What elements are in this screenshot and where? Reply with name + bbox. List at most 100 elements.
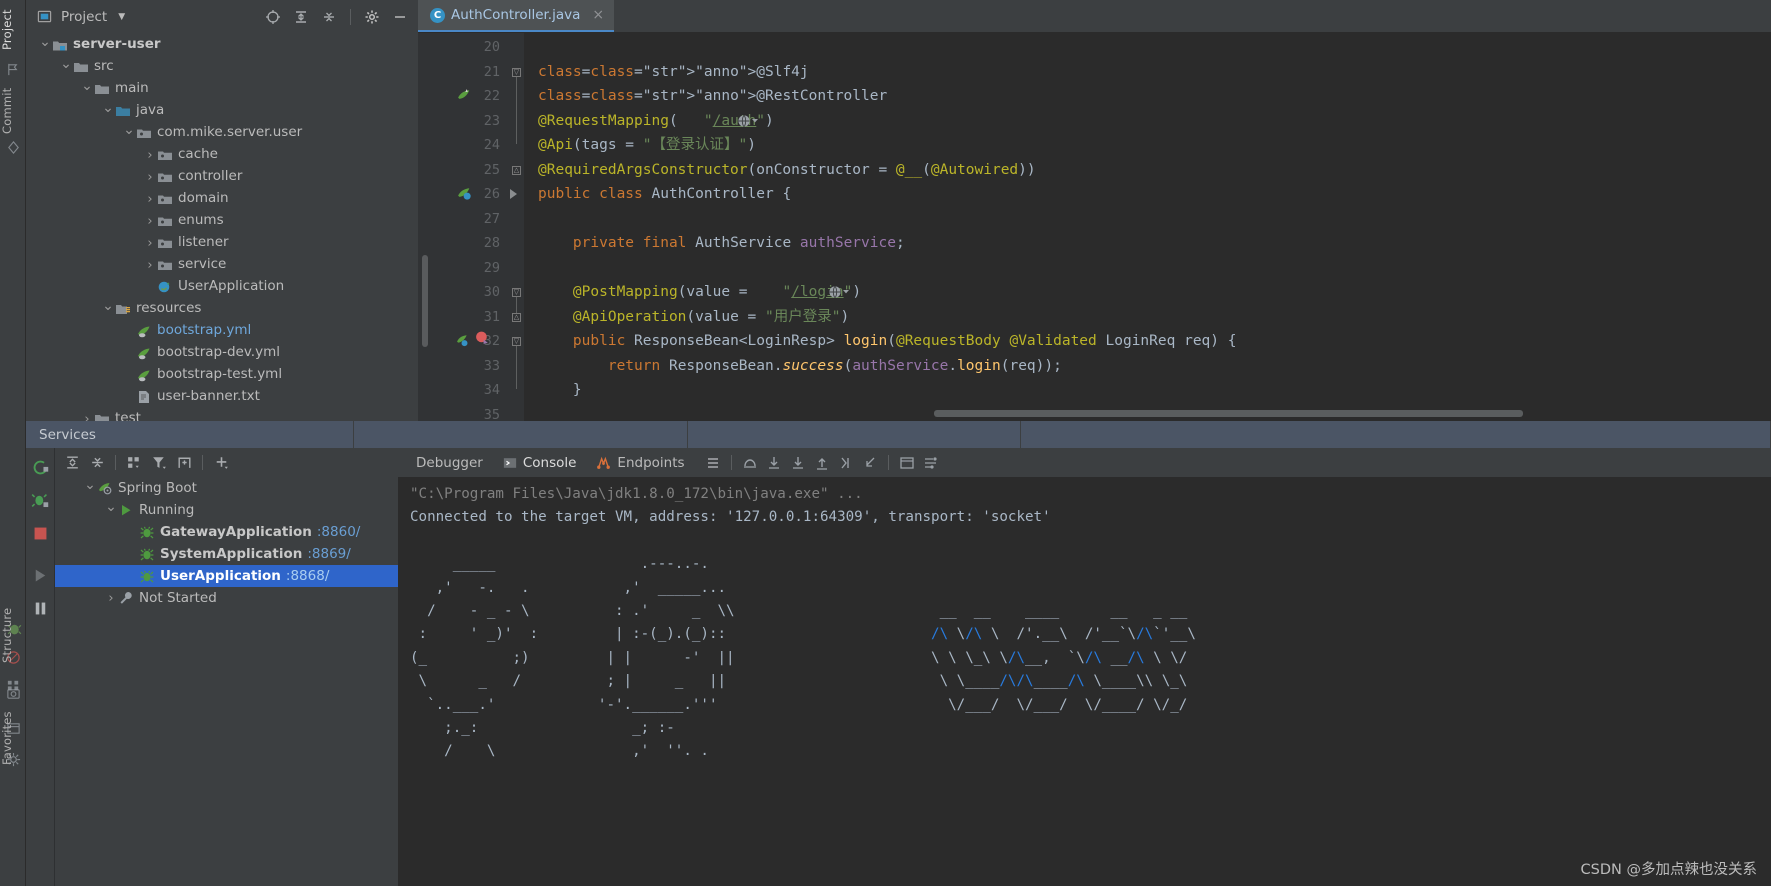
tree-expander[interactable]: › bbox=[143, 148, 157, 163]
debug-icon[interactable] bbox=[31, 491, 50, 510]
tree-expander[interactable]: ⌄ bbox=[38, 35, 52, 49]
web-endpoint-icon[interactable] bbox=[827, 284, 853, 300]
project-tree-item[interactable]: ⌄ com.mike.server.user bbox=[26, 122, 418, 144]
step-into-icon[interactable] bbox=[763, 452, 785, 474]
project-tree[interactable]: ⌄ server-user ⌄ src ⌄ main ⌄ java ⌄ com.mike.serv… bbox=[26, 33, 418, 421]
code-line[interactable]: @RequiredArgsConstructor(onConstructor =… bbox=[538, 158, 1036, 183]
tree-expander[interactable]: › bbox=[143, 258, 157, 273]
menu-icon[interactable] bbox=[702, 452, 724, 474]
code-line[interactable]: private final AuthService authService; bbox=[538, 231, 905, 256]
fold-gutter[interactable]: ▽ △ ▽ △ ▽ bbox=[508, 33, 524, 421]
filter-icon[interactable] bbox=[148, 452, 170, 474]
code-line[interactable] bbox=[538, 403, 547, 422]
fold-start-marker[interactable]: ▽ bbox=[512, 288, 521, 297]
code-line[interactable]: } bbox=[538, 378, 582, 403]
project-tree-item[interactable]: bootstrap-test.yml bbox=[26, 364, 418, 386]
tab-services[interactable]: Services bbox=[26, 421, 354, 448]
fold-end-marker[interactable]: △ bbox=[512, 312, 521, 322]
tree-expander[interactable]: ⌄ bbox=[59, 57, 73, 71]
spring-bean-marker[interactable] bbox=[456, 87, 473, 104]
tree-expander[interactable]: › bbox=[104, 591, 118, 606]
services-tree-item[interactable]: ⌄ Spring Boot bbox=[55, 477, 398, 499]
services-item-port[interactable]: :8868/ bbox=[286, 568, 329, 584]
project-tree-item[interactable]: ⌄ src bbox=[26, 56, 418, 78]
services-item-port[interactable]: :8869/ bbox=[307, 546, 350, 562]
step-out-icon[interactable] bbox=[811, 452, 833, 474]
add-icon[interactable] bbox=[210, 452, 232, 474]
tab-endpoints[interactable]: Endpoints bbox=[587, 448, 693, 477]
flag-icon[interactable] bbox=[6, 62, 21, 77]
project-tree-item[interactable]: ⌄ server-user bbox=[26, 34, 418, 56]
pause-icon[interactable] bbox=[31, 599, 50, 618]
code-line[interactable] bbox=[538, 256, 547, 281]
project-tree-item[interactable]: › test bbox=[26, 408, 418, 421]
code-line[interactable] bbox=[538, 207, 547, 232]
add-tab-icon[interactable] bbox=[173, 452, 195, 474]
rerun-icon[interactable] bbox=[31, 458, 50, 477]
code-line[interactable]: @ApiOperation(value = "用户登录") bbox=[538, 305, 849, 330]
sidebar-tab-commit[interactable]: Commit bbox=[0, 86, 26, 136]
fold-start-marker[interactable]: ▽ bbox=[512, 67, 521, 77]
project-tree-item[interactable]: › enums bbox=[26, 210, 418, 232]
code-line[interactable]: @PostMapping(value = "/login") bbox=[538, 280, 861, 305]
services-item-port[interactable]: :8860/ bbox=[317, 524, 360, 540]
code-line[interactable]: public ResponseBean<LoginResp> login(@Re… bbox=[538, 329, 1237, 354]
target-icon[interactable] bbox=[262, 6, 284, 28]
collapse-all-icon[interactable] bbox=[86, 452, 108, 474]
project-tree-item[interactable]: UserApplication bbox=[26, 276, 418, 298]
sidebar-tab-structure[interactable]: Structure bbox=[0, 600, 26, 670]
project-tree-item[interactable]: ⌄ java bbox=[26, 100, 418, 122]
tree-expander[interactable]: ⌄ bbox=[101, 101, 115, 115]
tree-expander[interactable]: › bbox=[143, 214, 157, 229]
fold-end-marker[interactable]: △ bbox=[512, 165, 521, 175]
expand-all-icon[interactable] bbox=[61, 452, 83, 474]
web-endpoint-icon[interactable] bbox=[736, 113, 762, 129]
tree-expander[interactable]: ⌄ bbox=[101, 299, 115, 313]
project-tree-item[interactable]: bootstrap-dev.yml bbox=[26, 342, 418, 364]
project-tree-item[interactable]: user-banner.txt bbox=[26, 386, 418, 408]
project-tree-item[interactable]: bootstrap.yml bbox=[26, 320, 418, 342]
editor-tab-authcontroller[interactable]: C AuthController.java × bbox=[418, 0, 615, 32]
editor-vertical-scrollbar[interactable] bbox=[1759, 33, 1771, 421]
close-icon[interactable]: × bbox=[592, 7, 604, 23]
code-editor[interactable]: 20 21 22 23 24 25 26 27 28 29 30 31 32 33 34 35 ▽ △ ▽ △ ▽ c… bbox=[418, 33, 1771, 423]
services-tree-item[interactable]: ⌄ Running bbox=[55, 499, 398, 521]
force-step-into-icon[interactable] bbox=[787, 452, 809, 474]
project-tree-item[interactable]: ⌄ resources bbox=[26, 298, 418, 320]
project-tree-item[interactable]: › domain bbox=[26, 188, 418, 210]
tree-expander[interactable]: › bbox=[143, 170, 157, 185]
gear-icon[interactable] bbox=[361, 6, 383, 28]
project-tree-item[interactable]: › listener bbox=[26, 232, 418, 254]
code-line[interactable]: @Api(tags = "【登录认证】") bbox=[538, 133, 756, 158]
group-by-icon[interactable] bbox=[123, 452, 145, 474]
collapse-all-icon[interactable] bbox=[318, 6, 340, 28]
tree-expander[interactable]: › bbox=[143, 236, 157, 251]
sidebar-tab-project[interactable]: Project bbox=[0, 4, 26, 56]
sidebar-tab-favorites[interactable]: Favorites bbox=[0, 700, 26, 776]
project-tree-item[interactable]: ⌄ main bbox=[26, 78, 418, 100]
tab-console[interactable]: Console bbox=[494, 448, 586, 477]
spring-mapping-marker[interactable] bbox=[456, 332, 473, 349]
drop-frame-icon[interactable] bbox=[859, 452, 881, 474]
code-line[interactable] bbox=[538, 35, 547, 60]
project-tree-item[interactable]: › controller bbox=[26, 166, 418, 188]
tree-expander[interactable]: ⌄ bbox=[80, 79, 94, 93]
tree-expander[interactable]: ⌄ bbox=[122, 123, 136, 137]
minimize-icon[interactable] bbox=[389, 6, 411, 28]
step-over-icon[interactable] bbox=[739, 452, 761, 474]
tree-expander[interactable]: ⌄ bbox=[83, 478, 97, 492]
services-tree-item[interactable]: › Not Started bbox=[55, 587, 398, 609]
project-tree-item[interactable]: › cache bbox=[26, 144, 418, 166]
editor-horizontal-scrollbar[interactable] bbox=[934, 410, 1523, 417]
console-output[interactable]: "C:\Program Files\Java\jdk1.8.0_172\bin\… bbox=[398, 477, 1771, 886]
tree-expander[interactable]: › bbox=[80, 412, 94, 422]
editor-scroll-thumb[interactable] bbox=[422, 255, 428, 347]
chevron-down-icon[interactable]: ▼ bbox=[118, 12, 125, 22]
camera-icon[interactable] bbox=[6, 686, 21, 701]
tree-expander[interactable]: ⌄ bbox=[104, 500, 118, 514]
services-tree[interactable]: ⌄ Spring Boot ⌄ Running GatewayApplication:8… bbox=[55, 477, 398, 886]
services-tree-item[interactable]: GatewayApplication:8860/ bbox=[55, 521, 398, 543]
project-tree-item[interactable]: › service bbox=[26, 254, 418, 276]
code-line[interactable]: public class AuthController { bbox=[538, 182, 791, 207]
services-tree-item[interactable]: SystemApplication:8869/ bbox=[55, 543, 398, 565]
